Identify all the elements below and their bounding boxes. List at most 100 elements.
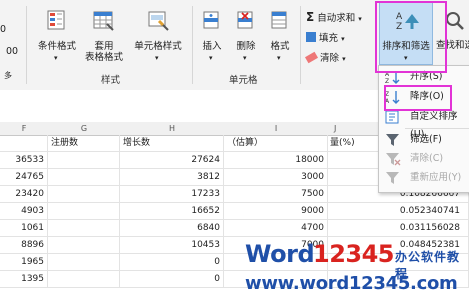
fill-label: 填充	[319, 33, 339, 44]
number-format-fragment: 0	[0, 24, 7, 35]
chevron-down-icon: ▾	[341, 35, 345, 43]
insert-label: 插入	[202, 41, 222, 52]
reapply-filter-icon	[386, 172, 399, 184]
table-cell[interactable]: 3000	[224, 169, 328, 186]
group-separator	[192, 6, 193, 84]
column-header[interactable]: F	[0, 122, 49, 136]
table-cell[interactable]: 7500	[224, 186, 328, 203]
menu-item-label: 清除(C)	[410, 153, 444, 164]
menu-item-label: 重新应用(Y)	[410, 172, 462, 183]
format-as-table-button[interactable]: 套用 表格格式	[82, 8, 126, 68]
menu-item-clear[interactable]: 清除(C)	[379, 150, 469, 168]
table-cell[interactable]: 23420	[0, 186, 48, 203]
delete-label: 删除	[236, 41, 256, 52]
header-cell[interactable]: （估算）	[224, 135, 328, 152]
table-cell[interactable]: 8896	[0, 237, 48, 254]
cell-styles-button[interactable]: 单元格样式 ▾	[130, 8, 186, 68]
format-label: 格式	[270, 41, 290, 52]
format-button[interactable]: 格式 ▾	[264, 8, 296, 68]
chevron-down-icon: ▾	[358, 15, 362, 23]
clear-filter-icon	[386, 153, 401, 166]
header-cell[interactable]: 注册数	[48, 135, 120, 152]
cells-group-label: 单元格	[229, 75, 258, 86]
decimal-fragment[interactable]: 00	[6, 46, 18, 57]
table-cell[interactable]: 4700	[224, 220, 328, 237]
insert-cells-icon	[203, 11, 219, 29]
table-cell[interactable]: 18000	[224, 152, 328, 169]
conditional-format-icon	[47, 10, 65, 30]
table-cell[interactable]: 1395	[0, 271, 48, 288]
table-format-label-1: 套用	[94, 41, 114, 52]
group-separator	[300, 6, 301, 84]
highlight-box	[375, 1, 447, 73]
column-header[interactable]: H	[120, 122, 225, 136]
column-header[interactable]: I	[224, 122, 329, 136]
table-cell[interactable]: 17233	[120, 186, 224, 203]
chevron-down-icon: ▾	[209, 54, 213, 62]
menu-item-reapply[interactable]: 重新应用(Y)	[379, 169, 469, 187]
table-cell[interactable]: 24765	[0, 169, 48, 186]
filter-icon	[386, 134, 399, 146]
table-format-icon	[93, 11, 114, 31]
styles-group-label: 样式	[101, 75, 121, 86]
table-cell[interactable]: 0	[120, 254, 224, 271]
table-cell[interactable]: 36533	[0, 152, 48, 169]
insert-button[interactable]: 插入 ▾	[196, 8, 228, 68]
clear-button[interactable]: 清除 ▾	[304, 50, 346, 64]
custom-sort-icon	[385, 110, 399, 124]
table-cell[interactable]	[48, 254, 120, 271]
table-cell[interactable]	[48, 237, 120, 254]
header-cell[interactable]: 增长数	[120, 135, 224, 152]
svg-text:Z: Z	[385, 78, 389, 84]
menu-item-filter[interactable]: 筛选(F)	[379, 131, 469, 149]
autosum-button[interactable]: Σ 自动求和 ▾	[306, 10, 362, 24]
table-cell[interactable]: 16652	[120, 203, 224, 220]
table-cell[interactable]: 1965	[0, 254, 48, 271]
table-format-label-2: 表格格式	[84, 52, 123, 63]
sort-filter-menu: A Z 升序(S) Z A 降序(O) 自定义排序(U) 筛选(F) 清除(C)	[378, 65, 469, 193]
watermark-url: www.word12345.com	[245, 273, 458, 294]
table-cell[interactable]	[48, 271, 120, 288]
clear-label: 清除	[320, 53, 340, 64]
table-cell[interactable]	[48, 203, 120, 220]
sigma-icon: Σ	[306, 10, 315, 24]
chevron-down-icon: ▾	[243, 54, 247, 62]
autosum-label: 自动求和	[317, 13, 356, 24]
fill-down-icon	[306, 32, 316, 42]
chevron-down-icon: ▾	[155, 54, 159, 62]
cell-styles-icon	[148, 11, 169, 31]
delete-cells-icon	[237, 11, 253, 29]
table-cell[interactable]: 0.031156028	[328, 220, 469, 237]
delete-button[interactable]: 删除 ▾	[230, 8, 262, 68]
fill-button[interactable]: 填充 ▾	[306, 30, 345, 44]
table-cell[interactable]: 0	[120, 271, 224, 288]
table-cell[interactable]: 1061	[0, 220, 48, 237]
eraser-icon	[304, 51, 319, 64]
cell-styles-label: 单元格样式	[134, 41, 182, 52]
group-separator	[26, 6, 27, 84]
highlight-box	[384, 85, 452, 111]
conditional-format-button[interactable]: 条件格式 ▾	[34, 8, 80, 68]
magnifier-icon	[446, 12, 464, 30]
table-cell[interactable]: 3812	[120, 169, 224, 186]
menu-separator	[405, 128, 469, 129]
table-cell[interactable]: 6840	[120, 220, 224, 237]
table-cell[interactable]: 27624	[120, 152, 224, 169]
menu-item-label: 筛选(F)	[410, 134, 442, 145]
table-cell[interactable]	[48, 169, 120, 186]
table-cell[interactable]: 9000	[224, 203, 328, 220]
table-cell[interactable]	[48, 220, 120, 237]
format-cells-icon	[271, 11, 287, 29]
table-cell[interactable]: 4903	[0, 203, 48, 220]
column-header[interactable]: G	[48, 122, 121, 136]
table-cell[interactable]: 10453	[120, 237, 224, 254]
watermark-logo-number: 12345	[313, 240, 395, 268]
watermark-logo-word: Word	[245, 240, 315, 268]
header-cell[interactable]	[0, 135, 48, 152]
table-cell[interactable]	[48, 152, 120, 169]
watermark: Word 12345 办公软件教程 www.word12345.com	[243, 238, 469, 297]
table-cell[interactable]: 0.052340741	[328, 203, 469, 220]
table-cell[interactable]	[48, 186, 120, 203]
chevron-down-icon: ▾	[342, 55, 346, 63]
chevron-down-icon: ▾	[277, 54, 281, 62]
